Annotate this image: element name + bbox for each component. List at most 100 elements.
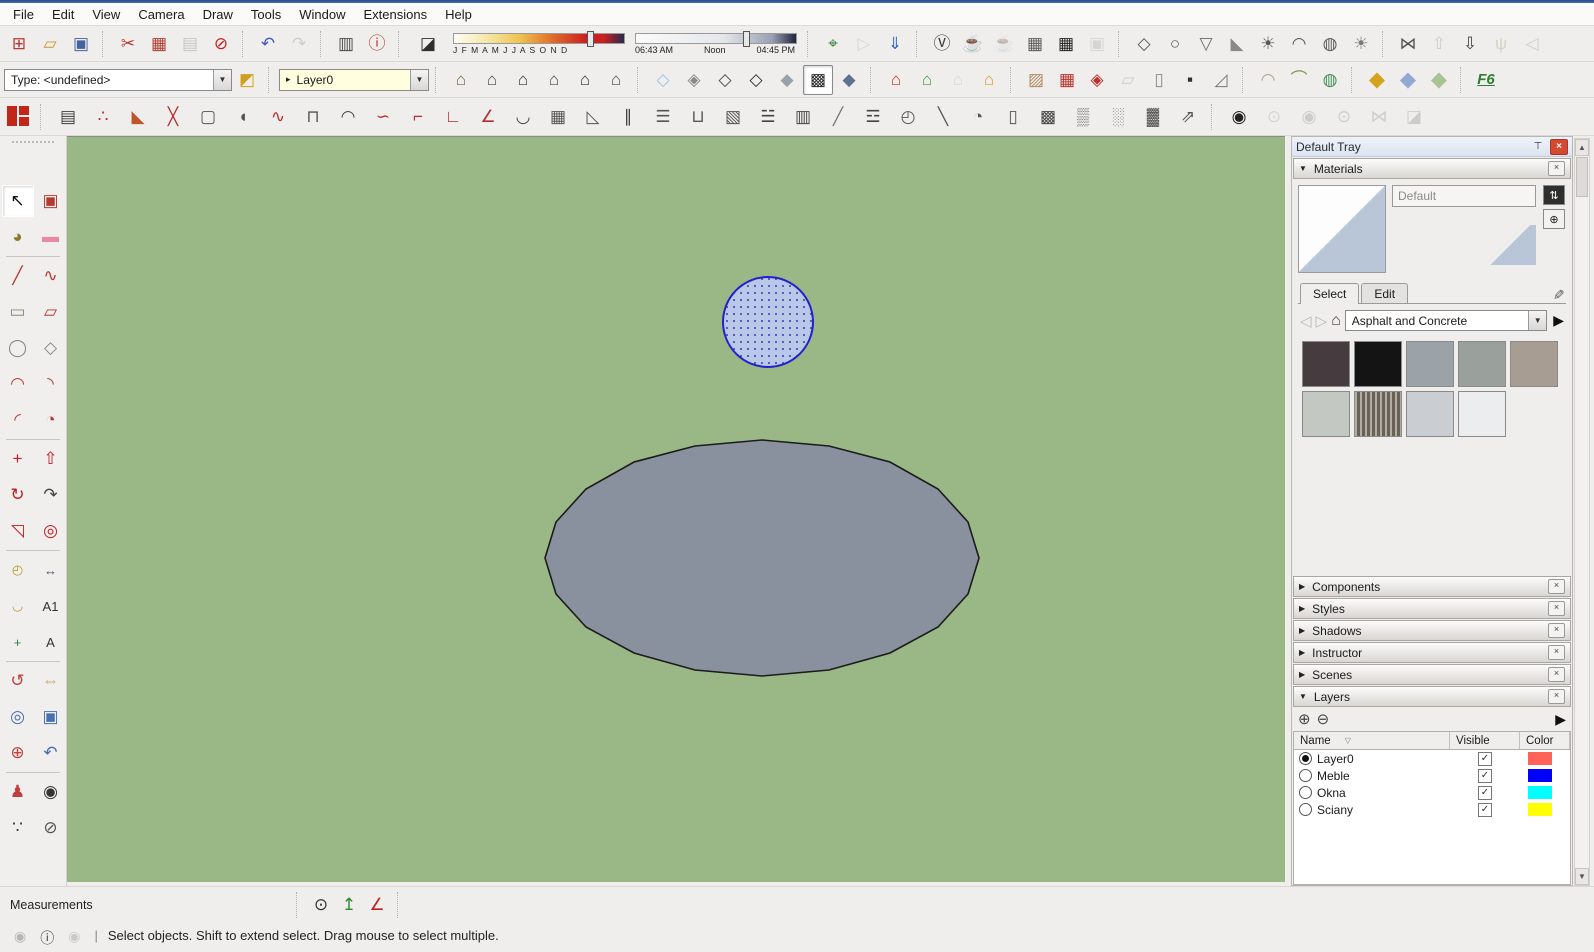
fredoscale-button[interactable]: F6 <box>1471 65 1501 95</box>
zoom-window-tool[interactable]: ▣ <box>35 701 67 733</box>
wall-panel-tool[interactable]: ▤ <box>51 102 85 132</box>
vray-lock-camera-button[interactable]: ▣ <box>1082 29 1112 59</box>
vray-import-proxy-button[interactable]: ⇧ <box>1424 29 1454 59</box>
texture-plane-button[interactable]: ▨ <box>1021 65 1051 95</box>
view-right-button[interactable]: ⌂ <box>539 65 569 95</box>
open-button[interactable]: ▱ <box>35 29 65 59</box>
column-header-color[interactable]: Color <box>1520 732 1570 749</box>
push-pull-tool[interactable]: ⇧ <box>35 443 67 475</box>
vray-ambient-light-button[interactable]: ☀ <box>1346 29 1376 59</box>
axes-tool[interactable]: + <box>2 626 34 658</box>
panel-close-button[interactable]: × <box>1548 601 1565 616</box>
swatch-concrete-gray[interactable] <box>1406 341 1454 387</box>
add-layer-button[interactable]: ⊕ <box>1298 710 1311 728</box>
panel-materials-header[interactable]: ▼ Materials × <box>1293 158 1571 179</box>
view-iso-button[interactable]: ⌂ <box>446 65 476 95</box>
dashed-face-tool[interactable]: ▢ <box>191 102 225 132</box>
panel-close-button[interactable]: × <box>1548 623 1565 638</box>
visibility-checkbox[interactable]: ✓ <box>1478 785 1492 800</box>
forward-arrow-icon[interactable]: ▷ <box>1316 312 1328 330</box>
view-front-button[interactable]: ⌂ <box>508 65 538 95</box>
fence-tool[interactable]: ☰ <box>646 102 680 132</box>
panel-shadows-header[interactable]: ▶ Shadows × <box>1293 620 1571 641</box>
scroll-down-icon[interactable]: ▼ <box>1575 868 1589 885</box>
panel-styles-header[interactable]: ▶ Styles × <box>1293 598 1571 619</box>
fold-tool[interactable]: ▧ <box>716 102 750 132</box>
time-slider-handle[interactable] <box>743 30 751 47</box>
door-frame-tool[interactable]: ▯ <box>996 102 1030 132</box>
look-around-tool[interactable]: ◉ <box>35 776 67 808</box>
style-shaded-button[interactable]: ◆ <box>772 65 802 95</box>
layer-radio[interactable] <box>1299 786 1312 799</box>
credits-icon[interactable]: ◉ <box>68 928 80 945</box>
visibility-checkbox[interactable]: ✓ <box>1478 751 1492 766</box>
shelf-tool[interactable]: ▥ <box>786 102 820 132</box>
position-camera-tool[interactable]: ♟ <box>2 776 34 808</box>
thatch-tool[interactable]: ▓ <box>1136 102 1170 132</box>
model-info-button[interactable]: ⓘ <box>362 29 392 59</box>
make-component-tool[interactable]: ▣ <box>35 185 67 217</box>
menu-view[interactable]: View <box>83 5 129 24</box>
tray-close-button[interactable]: × <box>1550 138 1568 155</box>
angle-tool[interactable]: ∠ <box>471 102 505 132</box>
protractor-tool[interactable]: ◡ <box>2 590 34 622</box>
layer-row[interactable]: Okna ✓ <box>1294 784 1570 801</box>
date-slider-handle[interactable] <box>586 30 594 47</box>
house-builder-button[interactable]: ⌂ <box>881 65 911 95</box>
house-sync-button[interactable]: ⌂ <box>943 65 973 95</box>
save-button[interactable]: ▣ <box>66 29 96 59</box>
cube-yellow-button[interactable]: ◆ <box>1362 65 1392 95</box>
slice-tool-button[interactable]: ◿ <box>1206 65 1236 95</box>
swatch-concrete-white[interactable] <box>1458 391 1506 437</box>
kite-wire-button[interactable]: ⋈ <box>1362 102 1396 132</box>
vray-clipper-button[interactable]: ◁ <box>1517 29 1547 59</box>
combo-dropdown-arrow-icon[interactable]: ▼ <box>410 69 428 90</box>
kite-solid-button[interactable]: ◪ <box>1397 102 1431 132</box>
column-tool[interactable]: ∥ <box>611 102 645 132</box>
video-camera-button[interactable]: ⊙ <box>1327 102 1361 132</box>
cage-tool[interactable]: ▦ <box>541 102 575 132</box>
model-info-status-icon[interactable]: ⓘ <box>40 928 54 948</box>
render-disc-button[interactable]: ⊙ <box>1257 102 1291 132</box>
layer-radio[interactable] <box>1299 752 1312 765</box>
circle-tool[interactable]: ◯ <box>2 332 34 364</box>
scroll-up-icon[interactable]: ▲ <box>1575 139 1589 156</box>
style-wireframe-button[interactable]: ◇ <box>710 65 740 95</box>
house-update-button[interactable]: ⌂ <box>912 65 942 95</box>
layer-combo[interactable]: ▸ Layer0 ▼ <box>279 68 429 91</box>
create-material-button[interactable]: ⊕ <box>1543 209 1565 229</box>
tab-edit[interactable]: Edit <box>1361 283 1409 303</box>
panel-close-button[interactable]: × <box>1548 579 1565 594</box>
dome-tool[interactable]: ◠ <box>331 102 365 132</box>
bead-chain-tool[interactable]: ∴ <box>86 102 120 132</box>
plank-tool[interactable]: ╱ <box>821 102 855 132</box>
add-camera-button[interactable]: ◉ <box>1222 102 1256 132</box>
toggle-terrain-button[interactable]: ▷ <box>849 29 879 59</box>
zoom-tool[interactable]: ◎ <box>2 701 34 733</box>
vray-frame-buffer-button[interactable]: ▦ <box>1020 29 1050 59</box>
rotate-tool[interactable]: ↻ <box>2 479 34 511</box>
hook-tool[interactable]: ∽ <box>366 102 400 132</box>
swatch-gravel[interactable] <box>1510 341 1558 387</box>
swatch-asphalt-dark[interactable] <box>1302 341 1350 387</box>
material-name-field[interactable]: Default <box>1392 185 1536 207</box>
swatch-concrete-formboard[interactable] <box>1354 391 1402 437</box>
rotated-rectangle-tool[interactable]: ▱ <box>35 296 67 328</box>
vray-asset-editor-button[interactable]: ☕ <box>958 29 988 59</box>
previous-view-tool[interactable]: ↶ <box>35 737 67 769</box>
style-shaded-textures-button[interactable]: ▩ <box>803 64 833 95</box>
corner-b-tool[interactable]: ∟ <box>436 102 470 132</box>
view-top-button[interactable]: ⌂ <box>477 65 507 95</box>
rectangle-tool[interactable]: ▭ <box>2 296 34 328</box>
undo-button[interactable]: ↶ <box>253 29 283 59</box>
select-tool[interactable]: ↖ <box>1 185 34 217</box>
visibility-checkbox[interactable]: ✓ <box>1478 768 1492 783</box>
vray-batch-render-button[interactable]: ▦ <box>1051 29 1081 59</box>
wedge-tool[interactable]: ◺ <box>576 102 610 132</box>
layer-radio[interactable] <box>1299 803 1312 816</box>
3d-text-tool[interactable]: A <box>35 626 67 658</box>
export-arrow-tool[interactable]: ⇗ <box>1171 102 1205 132</box>
layer-color-chip[interactable] <box>1528 786 1552 799</box>
vray-fur-button[interactable]: ψ <box>1486 29 1516 59</box>
shell-tool-button[interactable]: ◠ <box>1253 65 1283 95</box>
